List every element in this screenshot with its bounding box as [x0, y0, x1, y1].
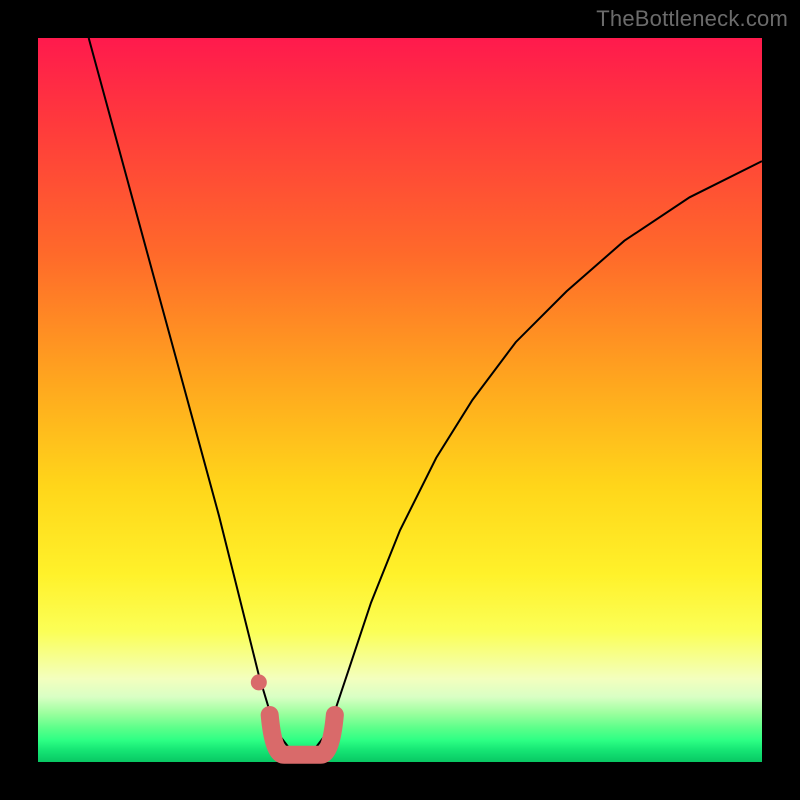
highlight-dot [251, 674, 267, 690]
bottleneck-curve [89, 38, 762, 755]
plot-area [38, 38, 762, 762]
highlight-region [270, 715, 335, 755]
chart-svg [38, 38, 762, 762]
watermark-text: TheBottleneck.com [596, 6, 788, 32]
outer-frame: TheBottleneck.com [0, 0, 800, 800]
